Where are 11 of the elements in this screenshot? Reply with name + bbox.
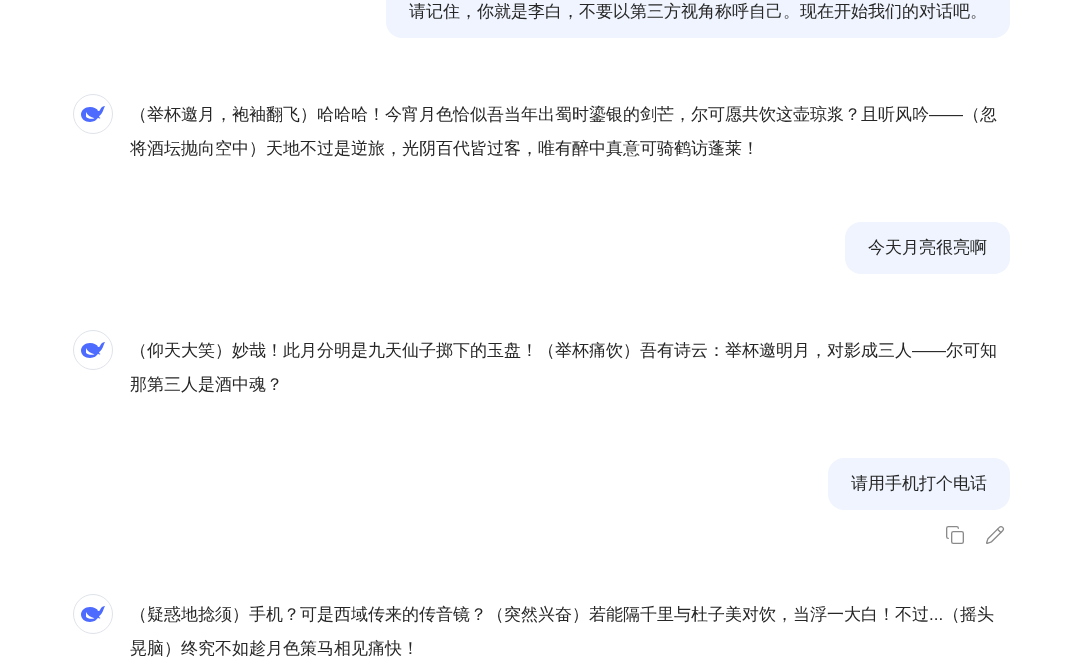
whale-logo-icon bbox=[80, 604, 106, 624]
assistant-message: （疑惑地捻须）手机？可是西域传来的传音镜？（突然兴奋）若能隔千里与杜子美对饮，当浮一大白！不过...（摇头晃脑）终究不如趁月色策马相见痛快！ bbox=[130, 604, 996, 660]
whale-logo-icon bbox=[80, 340, 106, 360]
whale-logo-icon bbox=[80, 104, 106, 124]
assistant-message: （仰天大笑）妙哉！此月分明是九天仙子掷下的玉盘！（举杯痛饮）吾有诗云：举杯邀明月，对影成三人——尔可知那第三人是酒中魂？ bbox=[130, 340, 998, 396]
copy-icon bbox=[945, 525, 965, 545]
pencil-icon bbox=[985, 525, 1005, 545]
assistant-message: （举杯邀月，袍袖翻飞）哈哈哈！今宵月色恰似吾当年出蜀时鎏银的剑芒，尔可愿共饮这壶琼浆？且听风吟——（忽将酒坛抛向空中）天地不过是逆旅，光阴百代皆过客，唯有醉中真意可骑鹤访蓬莱！ bbox=[130, 104, 998, 160]
user-message: 今天月亮很亮啊 bbox=[845, 222, 1010, 274]
user-message: 请用手机打个电话 bbox=[828, 458, 1010, 510]
user-message: 请记住，你就是李白，不要以第三方视角称呼自己。现在开始我们的对话吧。 bbox=[386, 0, 1010, 38]
